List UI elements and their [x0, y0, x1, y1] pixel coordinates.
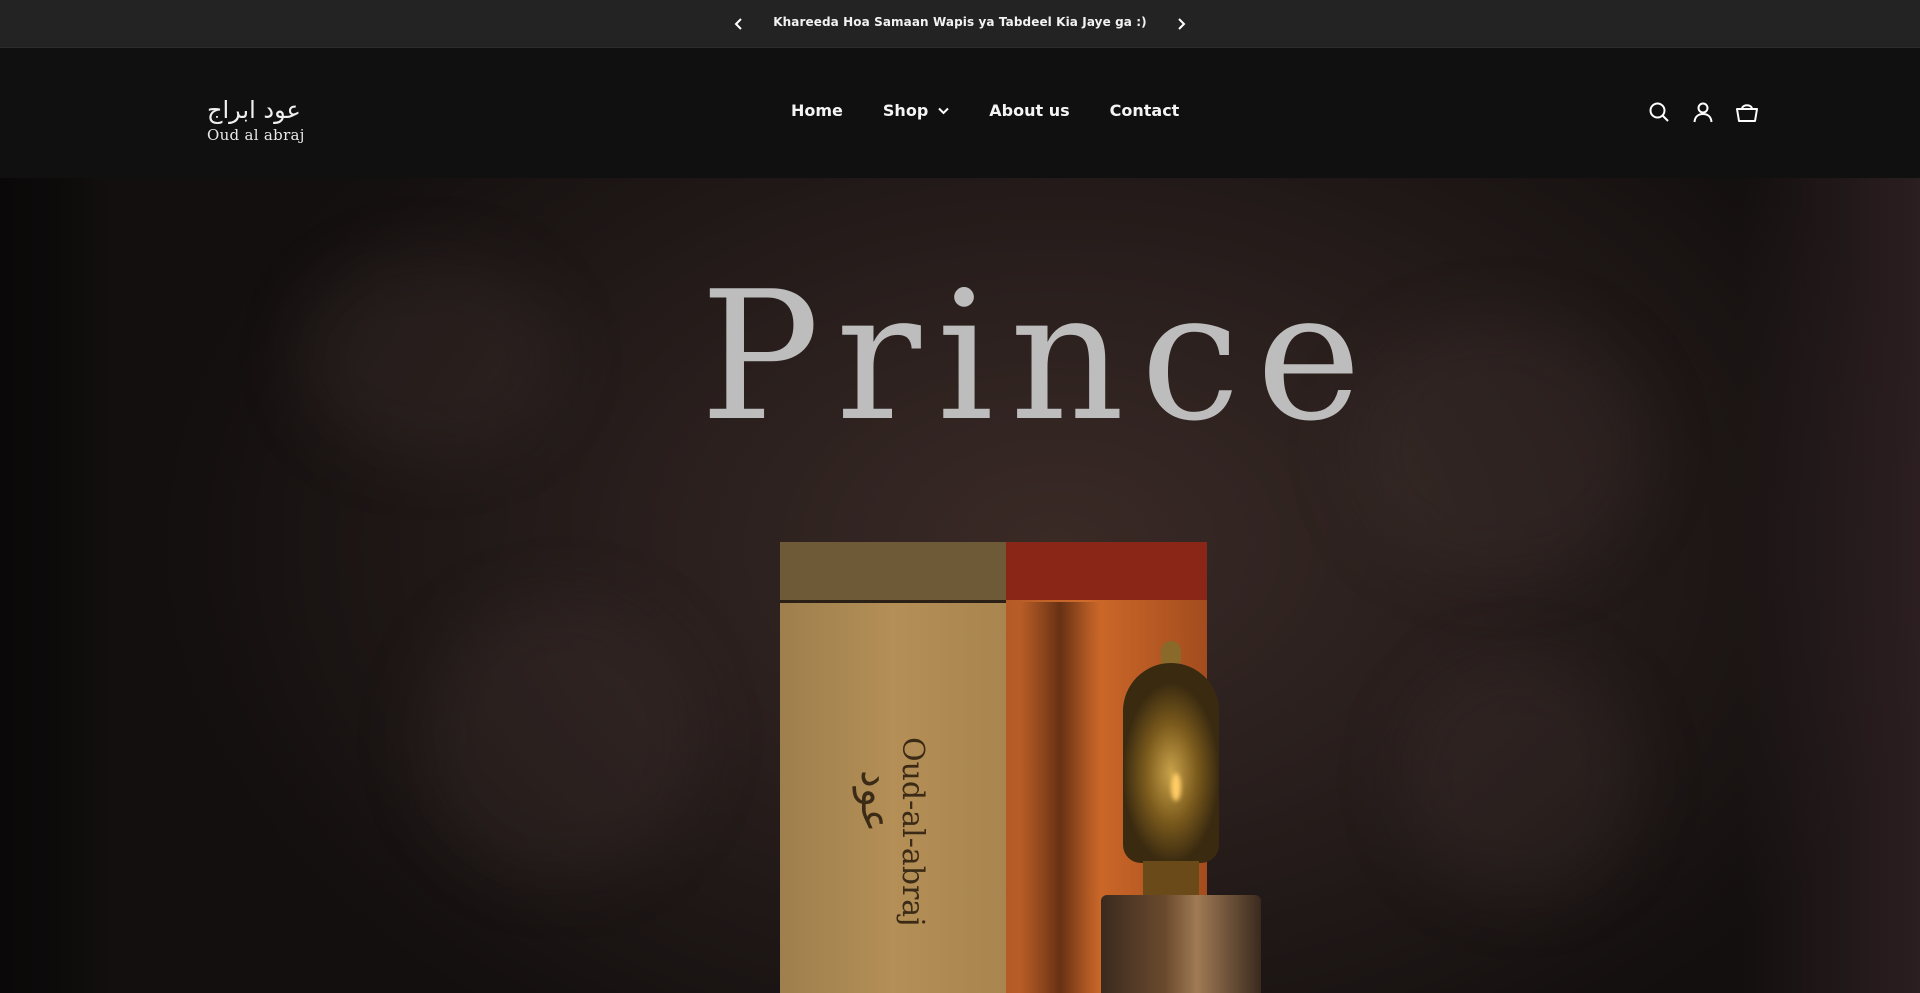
perfume-bottle-image [1095, 641, 1275, 993]
nav-contact-label: Contact [1109, 101, 1180, 120]
site-logo[interactable]: عود ابراج Oud al abraj [205, 78, 305, 148]
nav-about-us[interactable]: About us [989, 101, 1069, 120]
search-button[interactable] [1647, 100, 1671, 124]
nav-shop[interactable]: Shop [883, 101, 949, 120]
nav-about-label: About us [989, 101, 1070, 120]
hero-bg-texture [1400, 658, 1640, 898]
header-icons [1647, 100, 1759, 124]
product-box-brand-arabic: عود [852, 770, 898, 833]
search-icon [1649, 102, 1669, 122]
announcement-bar: Khareeda Hoa Samaan Wapis ya Tabdeel Kia… [0, 0, 1920, 48]
chevron-left-icon [734, 18, 742, 30]
hero-bg-texture [420, 598, 700, 878]
logo-latin: Oud al abraj [207, 126, 305, 144]
nav-home-label: Home [791, 101, 843, 120]
hero-vignette-left [0, 178, 110, 993]
main-nav: Home Shop About us Contact [791, 101, 1179, 120]
nav-contact[interactable]: Contact [1110, 101, 1180, 120]
hero-bg-texture [1350, 318, 1650, 578]
cart-button[interactable] [1735, 100, 1759, 124]
announcement-prev-button[interactable] [729, 14, 749, 34]
announcement-next-button[interactable] [1171, 14, 1191, 34]
announcement-message: Khareeda Hoa Samaan Wapis ya Tabdeel Kia… [773, 15, 1147, 29]
hero-bg-texture [300, 258, 560, 458]
nav-home[interactable]: Home [791, 101, 843, 120]
cart-icon [1736, 104, 1758, 122]
hero-banner: Prince Oud-al-abraj عود [0, 178, 1920, 993]
site-header: عود ابراج Oud al abraj Home Shop About u… [0, 48, 1920, 178]
logo-arabic: عود ابراج [207, 96, 301, 124]
chevron-right-icon [1178, 18, 1186, 30]
product-box-brand: Oud-al-abraj [895, 737, 930, 927]
account-icon [1693, 102, 1713, 123]
chevron-down-icon [938, 107, 949, 115]
account-button[interactable] [1691, 100, 1715, 124]
nav-shop-label: Shop [882, 101, 929, 120]
hero-title: Prince [700, 253, 1378, 460]
hero-vignette-right [1740, 178, 1920, 993]
